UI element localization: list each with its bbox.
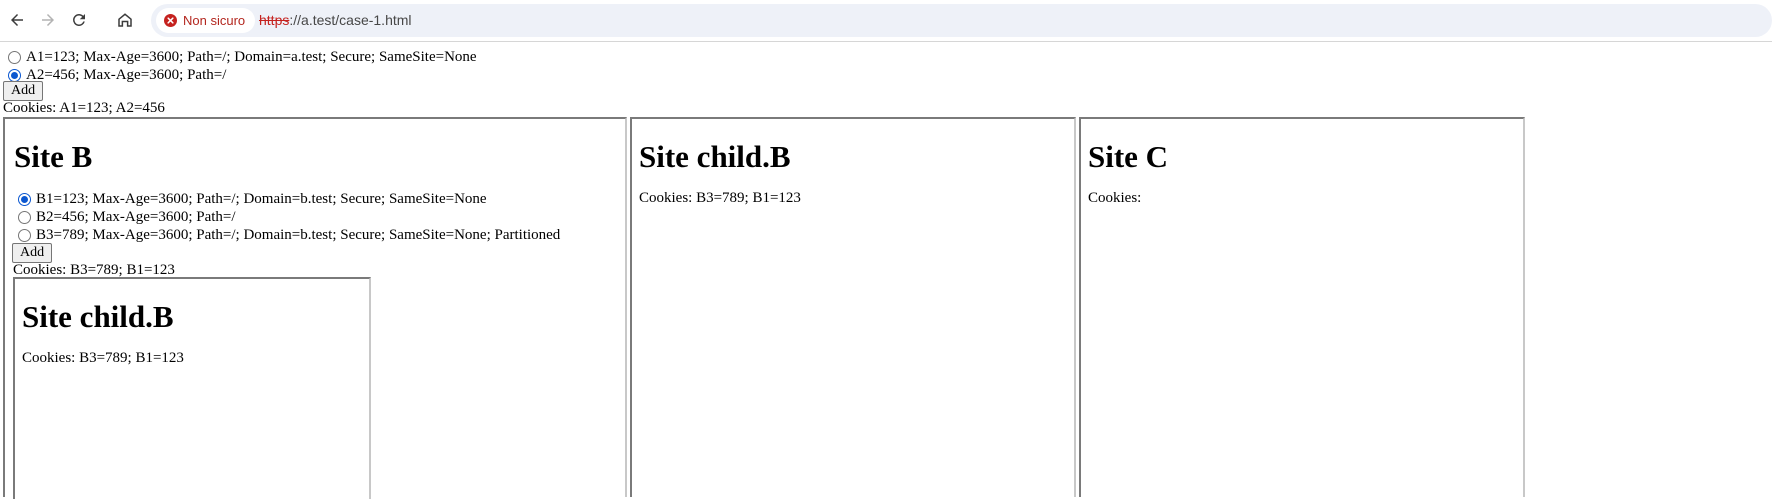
frame-title: Site child.B bbox=[22, 299, 174, 334]
radio-b1[interactable] bbox=[18, 192, 31, 206]
iframe-site-child-b[interactable]: Site child.B Cookies: B3=789; B1=123 bbox=[630, 117, 1076, 497]
cookie-option-b3[interactable]: B3=789; Max-Age=3600; Path=/; Domain=b.t… bbox=[18, 226, 560, 244]
iframe-nested-child-b[interactable]: Site child.B Cookies: B3=789; B1=123 bbox=[13, 277, 371, 499]
url-scheme: https bbox=[259, 12, 290, 28]
url-text[interactable]: https://a.test/case-1.html bbox=[259, 12, 412, 28]
radio-a2[interactable] bbox=[8, 68, 21, 82]
add-cookie-button[interactable]: Add bbox=[3, 81, 44, 101]
iframe-site-b[interactable]: Site B B1=123; Max-Age=3600; Path=/; Dom… bbox=[3, 117, 627, 499]
cookies-readout: Cookies: B3=789; B1=123 bbox=[22, 350, 184, 366]
reload-icon[interactable] bbox=[64, 5, 94, 35]
cookies-readout: Cookies: B3=789; B1=123 bbox=[639, 190, 801, 206]
not-secure-icon bbox=[164, 14, 177, 27]
radio-b2[interactable] bbox=[18, 210, 31, 224]
url-rest: ://a.test/case-1.html bbox=[289, 12, 412, 28]
cookie-option-b2[interactable]: B2=456; Max-Age=3600; Path=/ bbox=[18, 208, 236, 226]
security-label: Non sicuro bbox=[183, 13, 246, 28]
radio-b3[interactable] bbox=[18, 228, 31, 242]
security-chip[interactable]: Non sicuro bbox=[156, 8, 256, 33]
cookie-option-a1[interactable]: A1=123; Max-Age=3600; Path=/; Domain=a.t… bbox=[8, 48, 477, 66]
forward-icon[interactable] bbox=[33, 5, 63, 35]
radio-a1[interactable] bbox=[8, 50, 21, 64]
cookie-option-label: B1=123; Max-Age=3600; Path=/; Domain=b.t… bbox=[36, 190, 487, 207]
cookie-option-label: A2=456; Max-Age=3600; Path=/ bbox=[26, 66, 227, 83]
frame-title: Site C bbox=[1088, 139, 1169, 174]
cookie-option-label: A1=123; Max-Age=3600; Path=/; Domain=a.t… bbox=[26, 48, 477, 65]
cookie-option-label: B2=456; Max-Age=3600; Path=/ bbox=[36, 208, 236, 225]
back-icon[interactable] bbox=[2, 5, 32, 35]
cookies-readout: Cookies: bbox=[1088, 190, 1142, 206]
browser-toolbar: Non sicuro https://a.test/case-1.html bbox=[0, 0, 1772, 42]
cookie-option-label: B3=789; Max-Age=3600; Path=/; Domain=b.t… bbox=[36, 226, 561, 243]
frame-title: Site child.B bbox=[639, 139, 791, 174]
frame-title: Site B bbox=[14, 139, 93, 174]
add-cookie-button[interactable]: Add bbox=[12, 243, 53, 263]
cookie-option-b1[interactable]: B1=123; Max-Age=3600; Path=/; Domain=b.t… bbox=[18, 190, 487, 208]
address-bar[interactable]: Non sicuro https://a.test/case-1.html bbox=[151, 4, 1772, 37]
cookies-readout: Cookies: A1=123; A2=456 bbox=[3, 100, 165, 116]
iframe-site-c[interactable]: Site C Cookies: bbox=[1079, 117, 1525, 497]
page-content: A1=123; Max-Age=3600; Path=/; Domain=a.t… bbox=[0, 44, 1772, 499]
home-icon[interactable] bbox=[110, 5, 140, 35]
